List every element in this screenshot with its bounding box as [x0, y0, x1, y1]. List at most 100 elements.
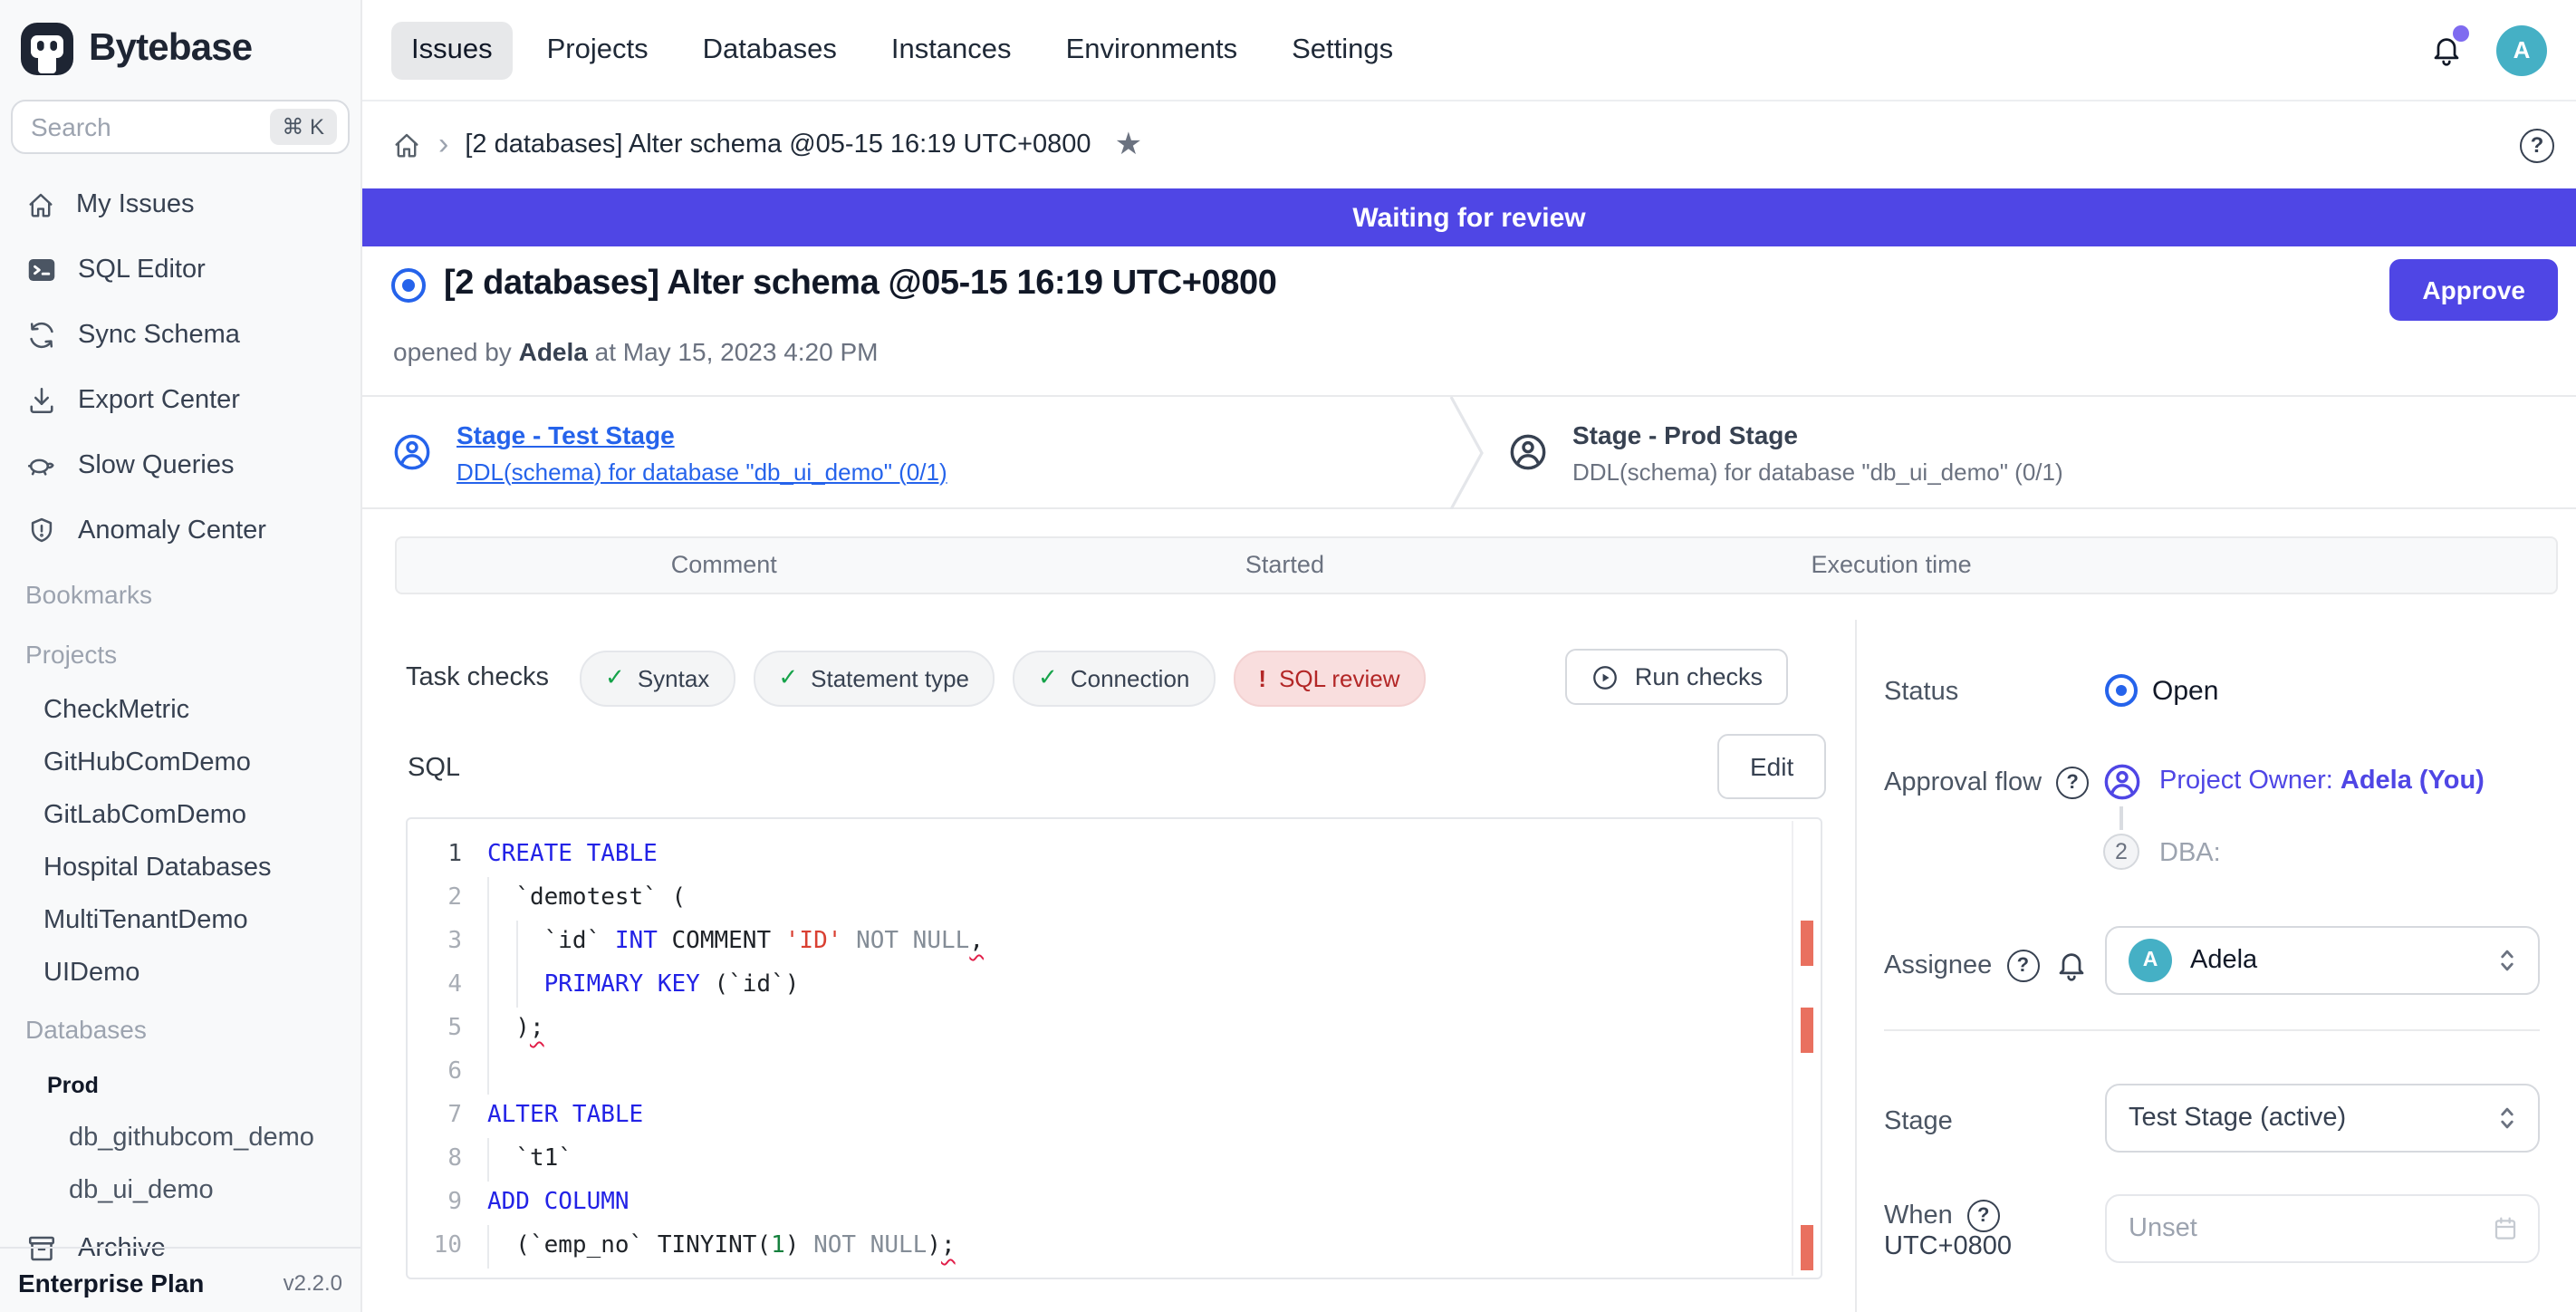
- question-circle-icon[interactable]: ?: [2056, 767, 2089, 799]
- edit-sql-button[interactable]: Edit: [1717, 734, 1826, 799]
- breadcrumb-separator: ›: [438, 127, 448, 163]
- code-line-9: 9ADD COLUMN: [408, 1182, 1792, 1225]
- plan-label[interactable]: Enterprise Plan: [18, 1268, 204, 1297]
- sidebar-project-hospital-databases[interactable]: Hospital Databases: [0, 841, 360, 893]
- breadcrumb-title[interactable]: [2 databases] Alter schema @05-15 16:19 …: [465, 130, 1091, 159]
- check-chip-syntax[interactable]: ✓Syntax: [580, 650, 735, 706]
- star-icon[interactable]: ★: [1115, 127, 1143, 163]
- issue-subtitle: opened by Adela at May 15, 2023 4:20 PM: [393, 337, 879, 366]
- sidebar-project-uidemo[interactable]: UIDemo: [0, 946, 360, 998]
- calendar-icon: [2491, 1214, 2520, 1243]
- sidebar-section-databases: Databases: [0, 998, 360, 1058]
- stage-title-link[interactable]: Stage - Test Stage: [457, 420, 947, 449]
- when-datetime-input[interactable]: Unset: [2105, 1194, 2540, 1263]
- lint-error-mark-line-5: [1801, 1008, 1813, 1053]
- person-circle-icon: [2101, 761, 2143, 803]
- issue-title: [2 databases] Alter schema @05-15 16:19 …: [444, 265, 1276, 304]
- tab-projects[interactable]: Projects: [527, 21, 668, 79]
- sidebar-project-checkmetric[interactable]: CheckMetric: [0, 683, 360, 736]
- assignee-value: Adela: [2190, 946, 2494, 975]
- user-avatar[interactable]: A: [2496, 24, 2547, 75]
- play-circle-icon: [1591, 662, 1620, 691]
- code-line-7: 7ALTER TABLE: [408, 1095, 1792, 1138]
- approval-step-2: DBA:: [2159, 839, 2221, 868]
- person-circle-icon: [391, 431, 433, 473]
- turtle-icon: [25, 449, 58, 482]
- stage-separator-chevron-icon: [1449, 397, 1485, 509]
- open-circle-dot-icon: [391, 267, 426, 302]
- question-circle-icon[interactable]: ?: [2006, 949, 2039, 981]
- help-circle-icon: ?: [2520, 128, 2554, 162]
- check-chip-connection[interactable]: ✓Connection: [1013, 650, 1215, 706]
- sidebar-item-my-issues[interactable]: My Issues: [0, 172, 360, 237]
- code-line-10: 10 (`emp_no` TINYINT(1) NOT NULL);: [408, 1225, 1792, 1269]
- brand-logo[interactable]: Bytebase: [0, 0, 360, 92]
- home-icon: [25, 189, 56, 220]
- tab-settings[interactable]: Settings: [1272, 21, 1413, 79]
- home-icon[interactable]: [391, 130, 422, 160]
- column-header-comment: Comment: [671, 551, 777, 578]
- search-input[interactable]: Search ⌘ K: [11, 100, 350, 154]
- sql-editor-icon: [25, 254, 58, 286]
- assignee-select[interactable]: A Adela: [2105, 926, 2540, 995]
- check-chip-sql-review[interactable]: !SQL review: [1233, 650, 1425, 706]
- sidebar-item-anomaly-center[interactable]: Anomaly Center: [0, 498, 360, 564]
- tab-databases[interactable]: Databases: [683, 21, 857, 79]
- tab-issues[interactable]: Issues: [391, 21, 513, 79]
- sidebar-project-githubcomdemo[interactable]: GitHubComDemo: [0, 736, 360, 788]
- topbar: IssuesProjects DatabasesInstancesEnvironm…: [362, 0, 2576, 101]
- code-line-5: 5 );: [408, 1008, 1792, 1051]
- code-line-1: 1CREATE TABLE: [408, 834, 1792, 877]
- help-button[interactable]: ?: [2520, 128, 2554, 162]
- sidebar-item-export-center[interactable]: Export Center: [0, 368, 360, 433]
- search-placeholder: Search: [31, 112, 269, 141]
- open-circle-dot-icon: [2105, 674, 2138, 707]
- stage-card-test[interactable]: Stage - Test Stage DDL(schema) for datab…: [391, 397, 947, 507]
- sidebar-item-slow-queries[interactable]: Slow Queries: [0, 433, 360, 498]
- column-header-started: Started: [1245, 551, 1324, 578]
- approval-connector: [2119, 806, 2123, 830]
- run-checks-button[interactable]: Run checks: [1566, 649, 1788, 705]
- stage-select-value: Test Stage (active): [2129, 1104, 2494, 1133]
- sidebar-project-gitlabcomdemo[interactable]: GitLabComDemo: [0, 788, 360, 841]
- issue-sidebar-panel: Status Open Approval flow ? Project Owne…: [1855, 246, 2576, 1312]
- when-label-row: When ?: [1884, 1200, 2000, 1232]
- status-value: Open: [2152, 676, 2218, 707]
- sidebar-project-multitenantdemo[interactable]: MultiTenantDemo: [0, 893, 360, 946]
- status-label: Status: [1884, 676, 1958, 709]
- notifications-button[interactable]: [2429, 33, 2464, 67]
- tab-environments[interactable]: Environments: [1046, 21, 1258, 79]
- brand-name: Bytebase: [89, 27, 252, 71]
- stage-task-link[interactable]: DDL(schema) for database "db_ui_demo" (0…: [457, 458, 947, 485]
- sidebar-database-db_ui_demo[interactable]: db_ui_demo: [0, 1163, 360, 1216]
- bell-icon[interactable]: [2053, 948, 2088, 982]
- sidebar-database-db_githubcom_demo[interactable]: db_githubcom_demo: [0, 1111, 360, 1163]
- when-placeholder: Unset: [2129, 1214, 2491, 1243]
- sidebar-database-list: db_githubcom_demodb_ui_demo: [0, 1111, 360, 1216]
- stage-select[interactable]: Test Stage (active): [2105, 1084, 2540, 1153]
- code-line-8: 8 `t1`: [408, 1138, 1792, 1182]
- approval-flow-label-row: Approval flow ?: [1884, 767, 2089, 799]
- code-line-3: 3 `id` INT COMMENT 'ID' NOT NULL,: [408, 921, 1792, 964]
- overview-ruler: [1792, 821, 1793, 1276]
- check-chip-statement-type[interactable]: ✓Statement type: [753, 650, 995, 706]
- sidebar-item-sync-schema[interactable]: Sync Schema: [0, 303, 360, 368]
- issue-title-row: [2 databases] Alter schema @05-15 16:19 …: [391, 265, 1276, 304]
- sql-code-lines: 1CREATE TABLE2 `demotest` (3 `id` INT CO…: [408, 834, 1792, 1269]
- sidebar-item-sql-editor[interactable]: SQL Editor: [0, 237, 360, 303]
- tab-instances[interactable]: Instances: [871, 21, 1032, 79]
- panel-hr: [1884, 1029, 2540, 1031]
- code-line-2: 2 `demotest` (: [408, 877, 1792, 921]
- check-icon: ✓: [605, 663, 625, 692]
- sql-section-label: SQL: [408, 754, 460, 783]
- question-circle-icon[interactable]: ?: [1967, 1200, 2000, 1232]
- sidebar-section-projects: Projects: [0, 623, 360, 683]
- approval-step-1: Project Owner: Adela (You): [2159, 767, 2485, 796]
- task-checks-label: Task checks: [406, 663, 580, 692]
- assignee-label-row: Assignee ?: [1884, 948, 2088, 982]
- issue-author: Adela: [519, 337, 588, 366]
- code-line-4: 4 PRIMARY KEY (`id`): [408, 964, 1792, 1008]
- main-nav-tabs: IssuesProjects DatabasesInstancesEnvironm…: [362, 21, 1413, 79]
- warning-icon: !: [1258, 664, 1266, 691]
- issue-content: [2 databases] Alter schema @05-15 16:19 …: [362, 246, 2576, 1312]
